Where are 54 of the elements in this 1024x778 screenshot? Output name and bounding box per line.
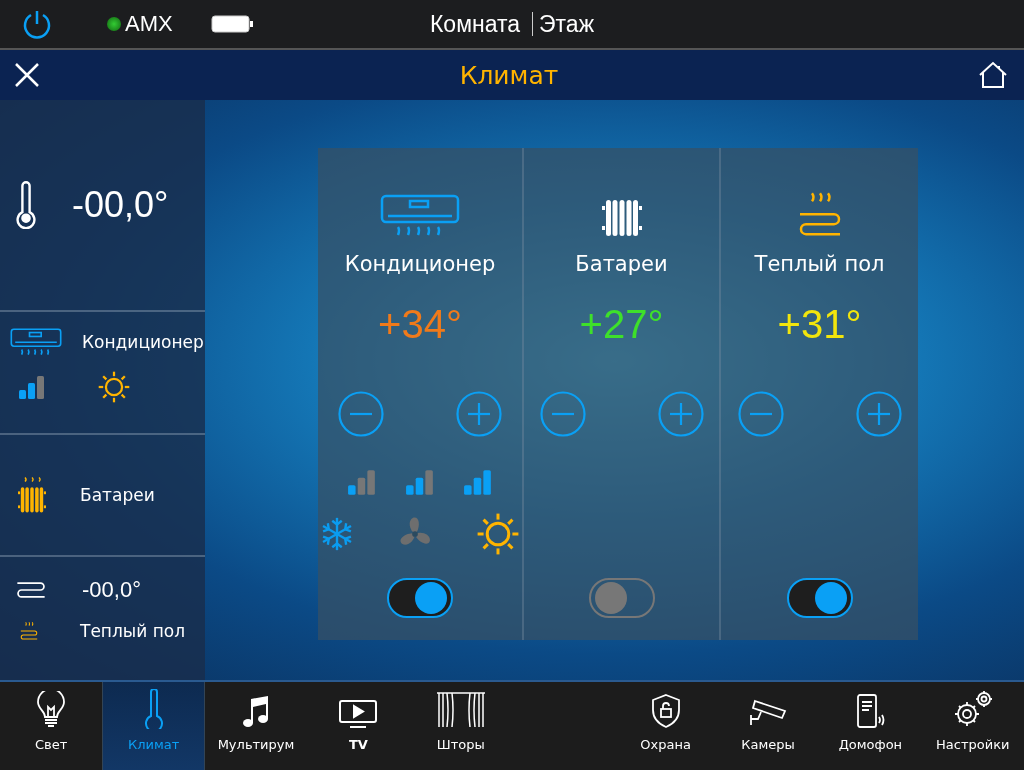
music-icon xyxy=(242,695,270,729)
minus-button[interactable] xyxy=(737,391,784,437)
plus-button[interactable] xyxy=(456,391,502,437)
climate-icon xyxy=(142,689,165,729)
nav-tab[interactable]: Домофон xyxy=(819,682,922,770)
plus-button[interactable] xyxy=(657,391,704,437)
light-icon xyxy=(36,691,67,729)
thermometer-icon xyxy=(14,181,38,229)
plus-button[interactable] xyxy=(855,391,902,437)
page-title: Климат xyxy=(459,60,559,90)
zone-name: Теплый пол xyxy=(754,252,885,276)
power-toggle[interactable] xyxy=(588,578,655,618)
power-toggle[interactable] xyxy=(786,578,853,618)
nav-tab[interactable]: Камеры xyxy=(716,682,820,770)
tv-icon xyxy=(338,699,379,729)
zone-name: Кондиционер xyxy=(344,252,496,276)
floor-temperature: -00,0° xyxy=(82,577,141,603)
room-temperature: -00,0° xyxy=(72,184,169,226)
power-toggle[interactable] xyxy=(387,578,453,618)
zone-name: Батареи xyxy=(575,252,668,276)
air-conditioner-icon xyxy=(380,194,460,238)
fan-speed-button[interactable] xyxy=(463,467,493,497)
setpoint-temperature: +31° xyxy=(777,302,862,347)
minus-button[interactable] xyxy=(338,391,384,437)
fan-speed-button[interactable] xyxy=(347,467,377,497)
nav-tab[interactable]: TV xyxy=(307,682,410,770)
setpoint-temperature: +27° xyxy=(579,302,664,347)
home-icon[interactable] xyxy=(978,61,1008,89)
device-name: AMX xyxy=(125,11,173,37)
nav-tab[interactable]: Шторы xyxy=(409,682,512,770)
fan-speed-button[interactable] xyxy=(405,467,435,497)
battery-icon xyxy=(210,15,253,33)
minus-button[interactable] xyxy=(539,391,586,437)
floor-heating-icon xyxy=(16,581,46,599)
nav-tab[interactable]: Мультирум xyxy=(204,682,308,770)
curtains-icon xyxy=(435,691,486,729)
nav-tab[interactable]: Настройки xyxy=(921,682,1024,770)
item-label: Кондиционер xyxy=(82,332,204,353)
security-icon xyxy=(650,693,681,729)
power-icon[interactable] xyxy=(22,9,52,39)
intercom-icon xyxy=(855,693,886,729)
nav-tab[interactable]: Свет xyxy=(0,682,103,770)
radiator-icon xyxy=(601,198,642,238)
close-icon[interactable] xyxy=(14,62,40,88)
nav-tab[interactable]: Климат xyxy=(102,682,205,770)
item-label: Теплый пол xyxy=(80,621,186,641)
floor-name[interactable]: Этаж xyxy=(539,10,594,38)
nav-tab[interactable]: Охрана xyxy=(614,682,717,770)
floor-heating-icon xyxy=(20,621,38,641)
setpoint-temperature: +34° xyxy=(378,302,462,347)
air-conditioner-icon xyxy=(10,328,62,357)
room-name[interactable]: Комната xyxy=(429,10,521,38)
item-label: Батареи xyxy=(80,485,155,505)
radiator-icon xyxy=(18,476,46,514)
